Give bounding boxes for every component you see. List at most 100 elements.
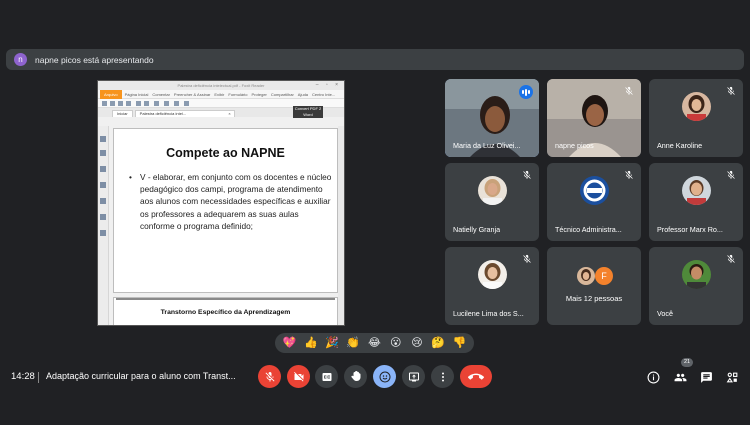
activities-icon: [726, 372, 737, 382]
reaction-thinking[interactable]: 🤔: [430, 335, 446, 351]
next-slide-title: Transtorno Específico da Aprendizagem: [160, 309, 291, 316]
menu-item: Página Inicial: [124, 91, 149, 97]
shared-screen: Palestra deficiência intelectual.pdf - F…: [97, 80, 345, 326]
convert-pdf-badge: Convert PDF 2 Word: [293, 106, 323, 118]
chat-button[interactable]: [698, 369, 714, 385]
slide-bullet: •: [129, 172, 132, 182]
meeting-details-button[interactable]: [645, 369, 661, 385]
participant-tile[interactable]: Natielly Granja: [445, 163, 539, 241]
participant-tile[interactable]: Maria da Luz Olivei...: [445, 79, 539, 157]
menu-item: Formulário: [228, 91, 248, 97]
meeting-title: Adaptação curricular para o aluno com Tr…: [46, 371, 236, 381]
menu-item: Proteger: [251, 91, 267, 97]
participant-name: Técnico Administra...: [555, 225, 622, 234]
more-options-button[interactable]: [431, 365, 454, 388]
reactions-bar: 💖 👍 🎉 👏 😂 😮 😢 🤔 👎: [275, 333, 474, 353]
reaction-thumbs-down[interactable]: 👎: [451, 335, 467, 351]
menu-item: Centro Inte...: [312, 91, 336, 97]
menu-item: Ajuda: [297, 91, 309, 97]
mic-off-icon: [625, 86, 633, 95]
captions-button[interactable]: [315, 365, 338, 388]
window-controls-icon: – ▫ ×: [315, 82, 341, 88]
slide-current: Compete ao NAPNE • V - elaborar, em conj…: [113, 128, 338, 293]
more-participants-tile[interactable]: F Mais 12 pessoas: [547, 247, 641, 325]
participant-name: Natielly Granja: [453, 225, 501, 234]
participant-name: Anne Karoline: [657, 141, 703, 150]
mic-toggle-button[interactable]: [258, 365, 281, 388]
mic-off-icon: [727, 254, 735, 263]
mic-off-icon: [625, 170, 633, 179]
participant-tile[interactable]: napne picos: [547, 79, 641, 157]
more-participants-avatar: F: [595, 267, 613, 285]
slide-body-text: V - elaborar, em conjunto com os docente…: [140, 172, 332, 231]
participant-name: Você: [657, 309, 673, 318]
people-icon: [674, 373, 686, 381]
emoji-reactions-button[interactable]: [373, 365, 396, 388]
pdf-tab-document: Palestra deficiência intel...: [134, 110, 235, 117]
menu-item: Comentar: [152, 91, 170, 97]
participant-name: napne picos: [555, 141, 594, 150]
menu-item-file: Arquivo: [100, 89, 122, 99]
slide-next: Transtorno Específico da Aprendizagem: [113, 297, 338, 325]
people-count-badge: 21: [681, 358, 693, 367]
chat-icon: [700, 371, 712, 383]
pdf-menubar: Arquivo Página Inicial Comentar Preenche…: [98, 89, 344, 99]
people-button[interactable]: [672, 369, 688, 385]
self-tile[interactable]: Você: [649, 247, 743, 325]
mic-off-icon: [523, 254, 531, 263]
reaction-clap[interactable]: 👏: [345, 335, 361, 351]
speaking-indicator-icon: [519, 85, 533, 99]
bottom-bar: 14:28 Adaptação curricular para o aluno …: [0, 361, 750, 393]
participant-tile[interactable]: Técnico Administra...: [547, 163, 641, 241]
mic-off-icon: [727, 170, 735, 179]
mic-off-icon: [523, 170, 531, 179]
participant-tile[interactable]: Anne Karoline: [649, 79, 743, 157]
participant-avatar: [579, 175, 609, 205]
reaction-heart[interactable]: 💖: [282, 335, 298, 351]
participant-name: Professor Marx Ro...: [657, 225, 723, 234]
call-end-icon: [468, 373, 484, 380]
reaction-laugh[interactable]: 😂: [366, 335, 382, 351]
participant-avatar: [577, 267, 595, 285]
participant-avatar: [477, 259, 507, 289]
presenter-avatar: n: [14, 53, 27, 66]
camera-toggle-button[interactable]: [287, 365, 310, 388]
pdf-window-title: Palestra deficiência intelectual.pdf - F…: [177, 83, 265, 88]
leave-call-button[interactable]: [460, 365, 492, 388]
present-screen-button[interactable]: [402, 365, 425, 388]
reaction-thumbs-up[interactable]: 👍: [303, 335, 319, 351]
reaction-sad[interactable]: 😢: [409, 335, 425, 351]
camera-off-icon: [293, 371, 303, 381]
participant-avatar: [681, 175, 711, 205]
reaction-party[interactable]: 🎉: [324, 335, 340, 351]
mic-off-icon: [727, 86, 735, 95]
activities-button[interactable]: [724, 369, 740, 385]
participant-avatar: [681, 259, 711, 289]
raise-hand-button[interactable]: [344, 365, 367, 388]
participant-tile[interactable]: Lucilene Lima dos S...: [445, 247, 539, 325]
slide-body: • V - elaborar, em conjunto com os docen…: [129, 171, 332, 232]
pdf-tab-start: Iniciar: [112, 110, 133, 117]
more-vert-icon: [441, 372, 444, 381]
menu-item: Preencher & Assinar: [173, 91, 211, 97]
presenting-text: napne picos está apresentando: [35, 54, 154, 65]
participant-tile[interactable]: Professor Marx Ro...: [649, 163, 743, 241]
pdf-side-panel: [98, 126, 109, 325]
participant-avatar: [681, 91, 711, 121]
participant-name: Lucilene Lima dos S...: [453, 309, 524, 318]
emoji-icon: [379, 371, 390, 382]
menu-item: Exibir: [214, 91, 225, 97]
info-icon: [647, 371, 659, 383]
pdf-scrollbar: [338, 126, 344, 325]
reaction-surprised[interactable]: 😮: [388, 335, 404, 351]
present-screen-icon: [408, 372, 419, 381]
hand-icon: [350, 370, 360, 381]
captions-icon: [322, 372, 331, 381]
clock: 14:28: [11, 371, 35, 382]
participant-avatar: [477, 175, 507, 205]
mic-off-icon: [265, 371, 274, 381]
menu-item: Compartilhar: [270, 91, 294, 97]
presenting-banner: n napne picos está apresentando: [6, 49, 744, 70]
participant-name: Maria da Luz Olivei...: [453, 141, 521, 150]
slide-title: Compete ao NAPNE: [166, 146, 285, 160]
